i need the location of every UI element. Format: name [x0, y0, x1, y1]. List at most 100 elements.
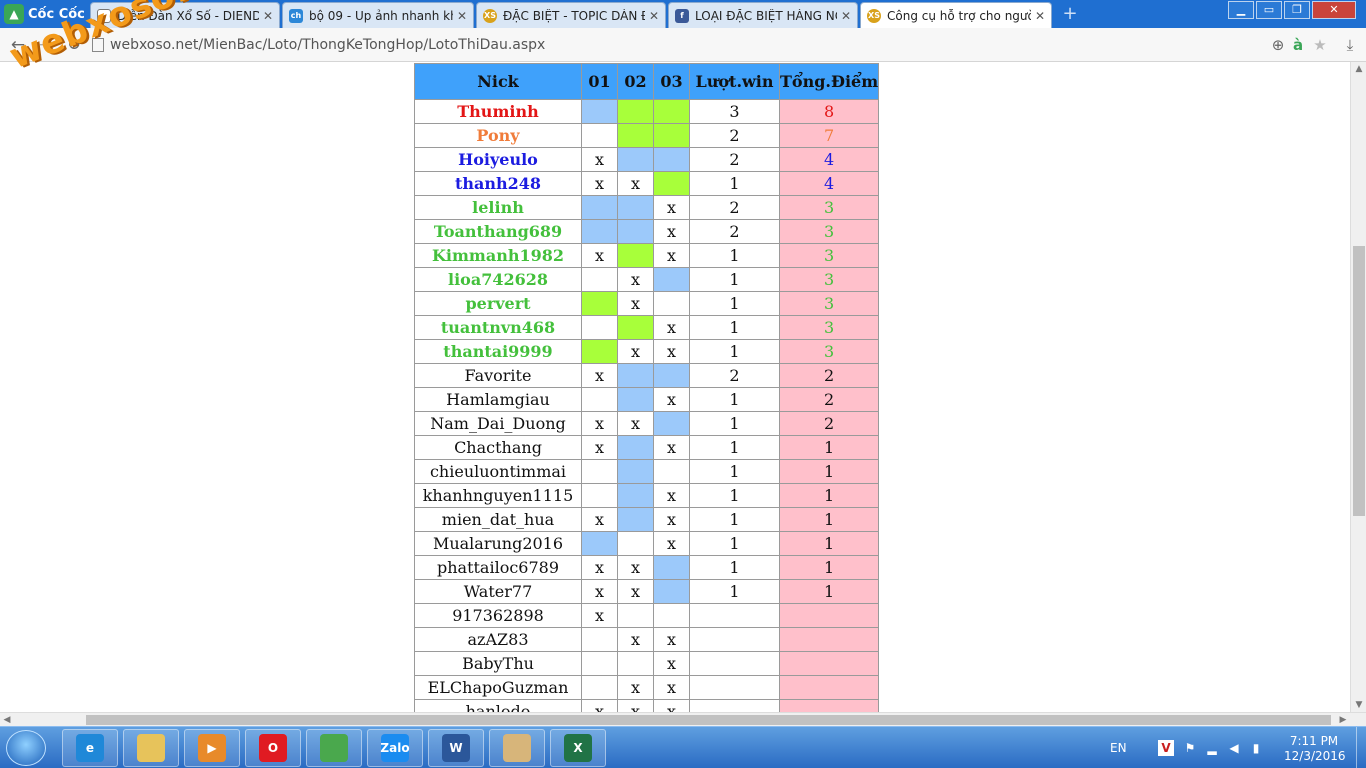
nick-cell: thanh248: [414, 171, 582, 196]
points-cell: [778, 699, 880, 712]
maximize-icon[interactable]: ❐: [1284, 1, 1310, 19]
round-2-cell: [617, 387, 654, 412]
taskbar-internet-explorer-button[interactable]: e: [62, 729, 118, 767]
vietnamese-input-icon[interactable]: à: [1288, 35, 1308, 55]
taskbar-excel-button[interactable]: X: [550, 729, 606, 767]
round-2-cell: x: [617, 555, 654, 580]
taskbar-word-button[interactable]: W: [428, 729, 484, 767]
coccoc-logo-icon: ▲: [4, 4, 24, 24]
round-1-cell: [581, 387, 618, 412]
results-table: Nick 01 02 03 Lượt.win Tổng.Điểm Thuminh…: [414, 63, 880, 712]
new-tab-icon[interactable]: +: [1058, 4, 1082, 24]
wins-cell: 2: [689, 147, 780, 172]
table-row: phattailoc6789 x x 1 1: [414, 555, 880, 580]
round-3-cell: [653, 171, 690, 196]
tab-dac-biet-topic[interactable]: XS ĐẶC BIỆT - TOPIC DÀN ĐẶ ✕: [476, 2, 666, 28]
internet-explorer-icon: e: [76, 734, 104, 762]
close-icon[interactable]: ✕: [263, 9, 273, 23]
scroll-left-icon[interactable]: ◀: [0, 713, 14, 727]
volume-icon[interactable]: ◀: [1226, 740, 1242, 756]
bookmark-star-icon[interactable]: ★: [1310, 35, 1330, 55]
points-cell: 1: [778, 555, 880, 580]
coccoc-icon: [320, 734, 348, 762]
header-03: 03: [653, 63, 690, 100]
round-2-cell: [617, 315, 654, 340]
taskbar-file-explorer-button[interactable]: [123, 729, 179, 767]
close-icon[interactable]: ✕: [841, 9, 851, 23]
round-1-cell: [581, 267, 618, 292]
table-row: chieuluontimmai 1 1: [414, 459, 880, 484]
round-1-cell: x: [581, 147, 618, 172]
wins-cell: 1: [689, 555, 780, 580]
zoom-icon[interactable]: ⊕: [1268, 35, 1288, 55]
taskbar-paint-button[interactable]: [489, 729, 545, 767]
ch-favicon-icon: ch: [289, 8, 303, 23]
tab-cong-cu[interactable]: XS Công cụ hỗ trợ cho người ✕: [860, 2, 1052, 28]
language-indicator[interactable]: EN: [1110, 741, 1127, 755]
wins-cell: 2: [689, 219, 780, 244]
round-3-cell: x: [653, 339, 690, 364]
round-1-cell: x: [581, 243, 618, 268]
scroll-right-icon[interactable]: ▶: [1336, 713, 1350, 727]
start-button[interactable]: [6, 730, 46, 766]
tab-up-anh[interactable]: ch bộ 09 - Up ảnh nhanh khô ✕: [282, 2, 474, 28]
close-icon[interactable]: ✕: [649, 9, 659, 23]
round-3-cell: [653, 411, 690, 436]
round-2-cell: x: [617, 699, 654, 712]
wins-cell: 2: [689, 123, 780, 148]
url-text: webxoso.net/MienBac/Loto/ThongKeTongHop/…: [110, 37, 546, 53]
url-field[interactable]: webxoso.net/MienBac/Loto/ThongKeTongHop/…: [92, 33, 1262, 57]
points-cell: 3: [778, 267, 880, 292]
battery-icon[interactable]: ▮: [1248, 740, 1264, 756]
close-icon[interactable]: ✕: [457, 9, 467, 23]
network-icon[interactable]: ▂: [1204, 740, 1220, 756]
download-icon[interactable]: ⤓: [1340, 35, 1360, 55]
show-desktop-button[interactable]: [1356, 727, 1366, 768]
wins-cell: 1: [689, 507, 780, 532]
round-2-cell: [617, 603, 654, 628]
scroll-up-icon[interactable]: ▲: [1351, 62, 1366, 76]
close-icon[interactable]: ✕: [1035, 9, 1045, 23]
table-row: Hoiyeulo x 2 4: [414, 147, 880, 172]
nick-cell: lioa742628: [414, 267, 582, 292]
tab-loai-dac-biet[interactable]: f LOẠI ĐẶC BIỆT HÀNG NGÀ ✕: [668, 2, 858, 28]
wins-cell: 1: [689, 291, 780, 316]
taskbar-opera-button[interactable]: O: [245, 729, 301, 767]
close-window-icon[interactable]: ✕: [1312, 1, 1356, 19]
flag-icon[interactable]: ⚑: [1182, 740, 1198, 756]
wins-cell: 1: [689, 483, 780, 508]
vertical-scrollbar[interactable]: ▲ ▼: [1350, 62, 1366, 712]
points-cell: 3: [778, 195, 880, 220]
taskbar-coccoc-button[interactable]: [306, 729, 362, 767]
tile-icon[interactable]: ▭: [1256, 1, 1282, 19]
header-nick: Nick: [414, 63, 582, 100]
nick-cell: azAZ83: [414, 627, 582, 652]
table-row: thanh248 x x 1 4: [414, 171, 880, 196]
horizontal-scroll-thumb[interactable]: [86, 715, 1331, 725]
round-1-cell: x: [581, 699, 618, 712]
horizontal-scrollbar[interactable]: ◀ ▶: [0, 712, 1366, 726]
minimize-icon[interactable]: ▁: [1228, 1, 1254, 19]
round-1-cell: [581, 315, 618, 340]
antivirus-icon[interactable]: V: [1158, 740, 1174, 756]
wins-cell: [689, 651, 780, 676]
taskbar-media-player-button[interactable]: ▶: [184, 729, 240, 767]
nick-cell: Hamlamgiau: [414, 387, 582, 412]
vertical-scroll-thumb[interactable]: [1353, 246, 1365, 516]
wins-cell: 3: [689, 99, 780, 124]
table-row: Thuminh 3 8: [414, 99, 880, 124]
round-2-cell: [617, 195, 654, 220]
round-1-cell: x: [581, 603, 618, 628]
clock[interactable]: 7:11 PM 12/3/2016: [1284, 734, 1346, 764]
nick-cell: mien_dat_hua: [414, 507, 582, 532]
wins-cell: [689, 627, 780, 652]
round-2-cell: [617, 651, 654, 676]
taskbar-zalo-button[interactable]: Zalo: [367, 729, 423, 767]
points-cell: 2: [778, 363, 880, 388]
scroll-down-icon[interactable]: ▼: [1351, 698, 1366, 712]
round-2-cell: [617, 531, 654, 556]
round-3-cell: x: [653, 675, 690, 700]
round-2-cell: [617, 483, 654, 508]
points-cell: 3: [778, 219, 880, 244]
table-row: tuantnvn468 x 1 3: [414, 315, 880, 340]
